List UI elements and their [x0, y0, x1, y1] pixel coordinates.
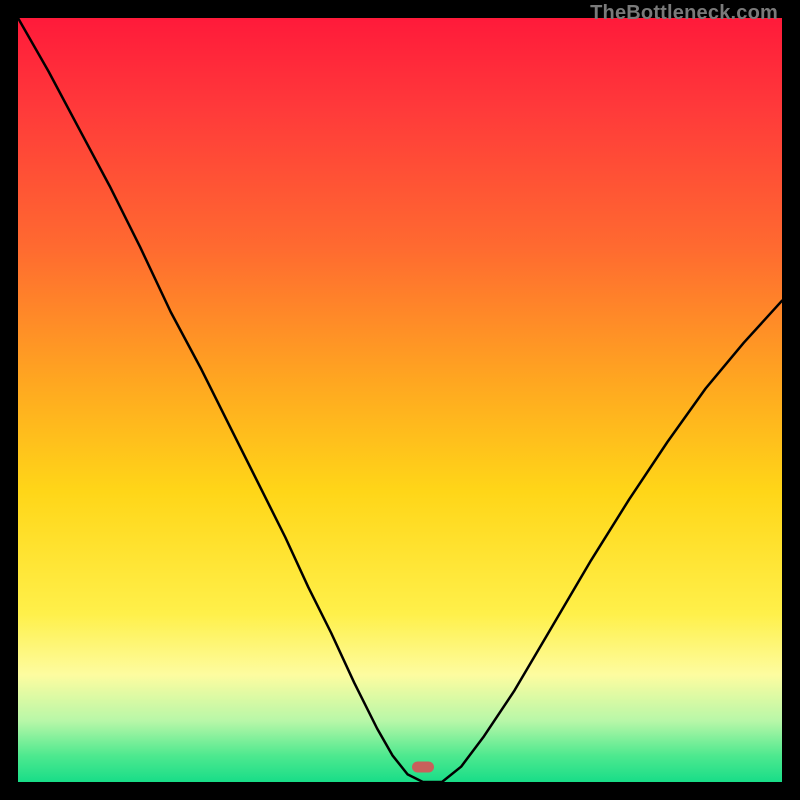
optimal-marker	[412, 761, 434, 772]
chart-frame: TheBottleneck.com	[0, 0, 800, 800]
plot-area	[18, 18, 782, 782]
gradient-background	[18, 18, 782, 782]
chart-svg	[18, 18, 782, 782]
watermark-text: TheBottleneck.com	[590, 2, 778, 25]
